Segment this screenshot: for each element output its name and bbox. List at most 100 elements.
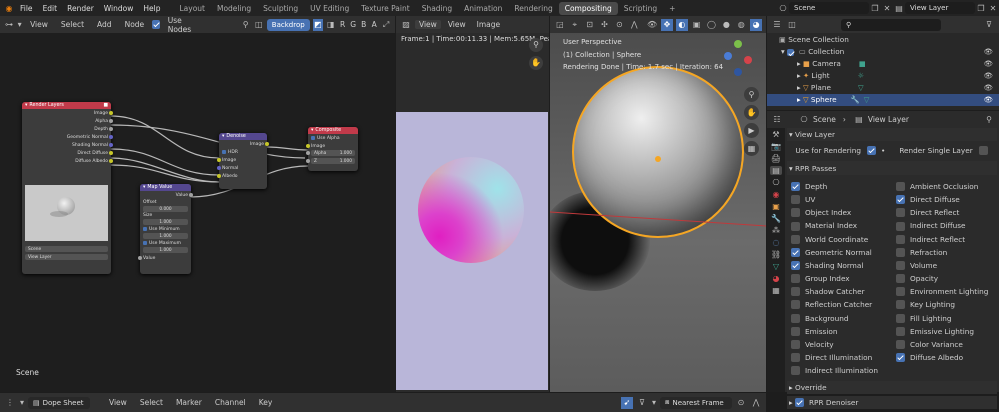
solid-shading-icon[interactable]: ● [720, 19, 732, 31]
object-mode-icon[interactable]: ◲ [554, 19, 566, 31]
outliner-item-selected[interactable]: ▸ ▽ Sphere 🔧 ▽ 👁 [767, 94, 999, 106]
node-collapse-icon[interactable]: ▾ [311, 128, 313, 133]
socket[interactable] [109, 127, 113, 131]
pass-checkbox[interactable] [896, 208, 905, 218]
close-icon[interactable]: ✕ [881, 2, 893, 14]
proportional-icon[interactable]: ⊙ [735, 397, 747, 409]
world-tab-icon[interactable]: ◉ [773, 190, 780, 199]
pass-row[interactable]: Indirect Illumination [791, 364, 895, 377]
gizmo-icon[interactable]: ✥ [661, 18, 673, 31]
pass-row[interactable]: UV [791, 193, 895, 206]
eye-icon[interactable]: 👁 [984, 70, 993, 82]
output-tab-icon[interactable]: 🖨 [771, 154, 781, 163]
pass-checkbox[interactable] [791, 326, 800, 336]
pass-row[interactable]: Velocity [791, 338, 895, 351]
input-image[interactable]: Image [217, 156, 267, 164]
falloff-icon[interactable]: ⋀ [750, 397, 762, 409]
output-image[interactable]: Image [219, 140, 269, 148]
pass-row[interactable]: Indirect Diffuse [896, 219, 999, 232]
pass-row[interactable]: Emission [791, 325, 895, 338]
z-field[interactable]: Z 1.000 [306, 158, 355, 164]
pass-checkbox[interactable] [896, 339, 905, 349]
timeline-menu-view[interactable]: View [104, 398, 132, 407]
constraints-tab-icon[interactable]: ⛓ [771, 250, 781, 259]
output-geometric-normal[interactable]: Geometric Normal [22, 133, 113, 141]
tab-animation[interactable]: Animation [458, 2, 508, 15]
outliner-item[interactable]: ▣ Scene Collection [767, 34, 999, 46]
pass-checkbox[interactable] [896, 274, 905, 284]
pass-row[interactable]: Geometric Normal [791, 246, 895, 259]
filter-icon[interactable]: ⊽ [983, 19, 995, 31]
eye-icon[interactable]: 👁 [984, 58, 993, 70]
output-depth[interactable]: Depth [22, 125, 113, 133]
composite-header[interactable]: ▾ Composite [308, 127, 358, 134]
falloff-icon[interactable]: ⋀ [628, 19, 640, 31]
pass-checkbox[interactable] [896, 261, 905, 271]
use-for-rendering-checkbox[interactable] [867, 146, 876, 155]
pass-checkbox[interactable] [791, 261, 800, 271]
render-layers-node[interactable]: ▾ Render Layers ■ Image Alpha Depth Geom… [22, 102, 113, 274]
snap-mode-select[interactable]: ⧈ Nearest Frame [660, 396, 732, 409]
socket[interactable] [217, 166, 221, 170]
pass-row[interactable]: Group Index [791, 272, 895, 285]
socket[interactable] [306, 151, 310, 155]
pass-checkbox[interactable] [791, 313, 800, 323]
pass-checkbox[interactable] [791, 247, 800, 257]
pass-row[interactable]: Environment Lighting [896, 285, 999, 298]
pass-row[interactable]: Color Variance [896, 338, 999, 351]
pass-checkbox[interactable] [791, 339, 800, 349]
pass-checkbox[interactable] [791, 300, 800, 310]
tab-scripting[interactable]: Scripting [618, 2, 663, 15]
display-mode-icon[interactable]: ◫ [786, 19, 798, 31]
output-alpha[interactable]: Alpha [22, 117, 113, 125]
chevron-down-icon[interactable]: ▾ [19, 397, 25, 409]
checkbox[interactable] [143, 241, 147, 245]
input-normal[interactable]: Normal [217, 164, 267, 172]
pass-row[interactable]: Direct Reflect [896, 206, 999, 219]
pass-row[interactable]: Background [791, 312, 895, 325]
timeline-menu-key[interactable]: Key [254, 398, 278, 407]
modifier-tab-icon[interactable]: 🔧 [771, 214, 781, 223]
use-alpha-option[interactable]: Use Alpha [308, 134, 358, 142]
eye-icon[interactable]: 👁 [984, 82, 993, 94]
pass-row[interactable]: Indirect Reflect [896, 233, 999, 246]
pass-row[interactable]: Depth [791, 180, 895, 193]
pass-checkbox[interactable] [896, 221, 905, 231]
navigation-gizmo[interactable] [722, 38, 756, 84]
socket[interactable] [109, 135, 113, 139]
physics-tab-icon[interactable]: ◌ [773, 238, 780, 247]
scene-selector[interactable]: Scene [789, 2, 869, 14]
pass-checkbox[interactable] [791, 221, 800, 231]
pass-checkbox[interactable] [791, 195, 800, 205]
node-collapse-icon[interactable]: ▾ [143, 185, 145, 190]
pass-row[interactable]: World Coordinate [791, 233, 895, 246]
viewport-hand-icon[interactable]: ✋ [744, 105, 759, 120]
wireframe-shading-icon[interactable]: ◯ [706, 19, 718, 31]
pass-row[interactable]: Direct Illumination [791, 351, 895, 364]
eye-icon[interactable]: 👁 [984, 46, 993, 58]
copy-icon[interactable]: ❐ [869, 2, 881, 14]
timeline-menu-select[interactable]: Select [135, 398, 168, 407]
pass-row[interactable]: Key Lighting [896, 298, 999, 311]
output-value[interactable]: Value [140, 191, 193, 199]
pass-row[interactable]: Object Index [791, 206, 895, 219]
pass-row[interactable]: Fill Lighting [896, 312, 999, 325]
pass-row[interactable]: Ambient Occlusion [896, 180, 999, 193]
max-field[interactable]: 1.000 [143, 247, 188, 253]
image-editor-icon[interactable]: ▨ [400, 19, 412, 31]
tab-shading[interactable]: Shading [416, 2, 458, 15]
output-direct-diffuse[interactable]: Direct Diffuse [22, 149, 113, 157]
denoise-header[interactable]: ▾ Denoise [219, 133, 267, 140]
rendered-shading-icon[interactable]: ◕ [750, 18, 763, 31]
input-albedo[interactable]: Albedo [217, 172, 267, 180]
zoom-icon[interactable]: ⚲ [529, 38, 543, 52]
outliner-icon[interactable]: ☰ [771, 19, 783, 31]
image-menu-view[interactable]: View [444, 20, 470, 29]
input-value[interactable]: Value [138, 254, 191, 262]
visibility-icon[interactable]: 👁 [646, 19, 658, 31]
add-workspace-button[interactable]: + [663, 2, 681, 15]
render-layers-header[interactable]: ▾ Render Layers ■ [22, 102, 111, 109]
scene-field[interactable]: Scene [25, 246, 108, 252]
tab-compositing[interactable]: Compositing [558, 1, 618, 15]
eye-icon[interactable]: 👁 [984, 94, 993, 106]
